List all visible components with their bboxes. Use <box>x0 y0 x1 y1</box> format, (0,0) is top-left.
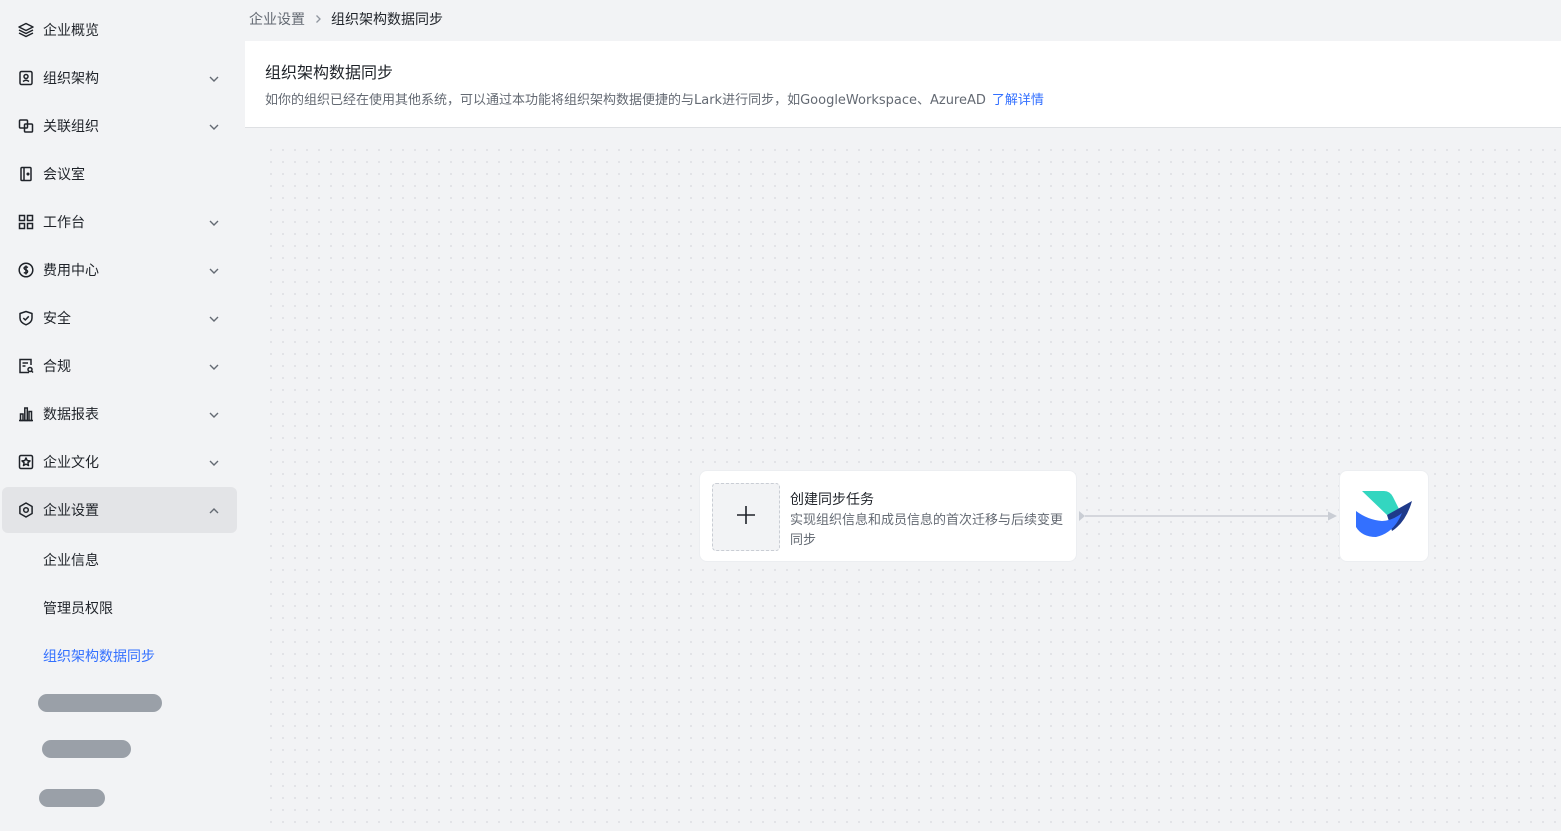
door-icon <box>17 165 35 183</box>
sidebar-subitem-admin-permissions[interactable]: 管理员权限 <box>43 598 113 618</box>
bar-chart-icon <box>17 405 35 423</box>
sidebar-item-linked-orgs[interactable]: 关联组织 <box>2 103 237 149</box>
chevron-down-icon <box>207 359 221 373</box>
task-title: 创建同步任务 <box>790 492 874 508</box>
sidebar-item-data-reports[interactable]: 数据报表 <box>2 391 237 437</box>
redacted-item <box>39 789 105 807</box>
sidebar-item-culture[interactable]: 企业文化 <box>2 439 237 485</box>
sidebar-item-label: 合规 <box>43 359 71 375</box>
sidebar-item-label: 组织架构 <box>43 71 99 87</box>
grid-icon <box>17 213 35 231</box>
sidebar: 企业概览 组织架构 关联组织 会议室 工作台 费用中心 安全 合规 数据报表 企… <box>0 0 245 831</box>
chevron-down-icon <box>207 71 221 85</box>
shield-check-icon <box>17 309 35 327</box>
chevron-down-icon <box>207 311 221 325</box>
page-header: 组织架构数据同步 如你的组织已经在使用其他系统，可以通过本功能将组织架构数据便捷… <box>245 41 1561 128</box>
chevron-down-icon <box>207 263 221 277</box>
sync-flow-canvas: 创建同步任务 实现组织信息和成员信息的首次迁移与后续变更同步 <box>265 144 1561 831</box>
sidebar-item-compliance[interactable]: 合规 <box>2 343 237 389</box>
chevron-up-icon <box>207 503 221 517</box>
chevron-right-icon <box>313 14 323 24</box>
breadcrumb-parent[interactable]: 企业设置 <box>249 9 305 29</box>
redacted-item <box>38 694 162 712</box>
sidebar-item-overview[interactable]: 企业概览 <box>2 7 237 53</box>
sidebar-item-label: 费用中心 <box>43 263 99 279</box>
chevron-down-icon <box>207 407 221 421</box>
culture-star-icon <box>17 453 35 471</box>
sidebar-item-label: 会议室 <box>43 167 85 183</box>
compliance-doc-icon <box>17 357 35 375</box>
description-text: 如你的组织已经在使用其他系统，可以通过本功能将组织架构数据便捷的与Lark进行同… <box>265 93 986 108</box>
page-description: 如你的组织已经在使用其他系统，可以通过本功能将组织架构数据便捷的与Lark进行同… <box>265 89 1044 108</box>
sidebar-subitem-org-sync[interactable]: 组织架构数据同步 <box>43 646 155 666</box>
sidebar-item-workplace[interactable]: 工作台 <box>2 199 237 245</box>
breadcrumb-current: 组织架构数据同步 <box>331 12 443 28</box>
sidebar-item-label: 企业文化 <box>43 455 99 471</box>
task-description: 实现组织信息和成员信息的首次迁移与后续变更同步 <box>790 513 1064 548</box>
sidebar-item-label: 数据报表 <box>43 407 99 423</box>
lark-logo-icon <box>1354 489 1414 543</box>
sidebar-item-meeting-rooms[interactable]: 会议室 <box>2 151 237 197</box>
plus-icon <box>735 504 757 530</box>
org-card-icon <box>17 69 35 87</box>
add-task-button[interactable] <box>712 483 780 551</box>
sidebar-item-org-structure[interactable]: 组织架构 <box>2 55 237 101</box>
redacted-item <box>42 740 131 758</box>
breadcrumb: 企业设置 组织架构数据同步 <box>249 9 443 29</box>
sidebar-item-label: 安全 <box>43 311 71 327</box>
learn-more-link[interactable]: 了解详情 <box>992 93 1044 108</box>
sidebar-item-label: 工作台 <box>43 215 85 231</box>
sidebar-item-label: 企业设置 <box>43 503 99 519</box>
settings-hex-icon <box>17 501 35 519</box>
chevron-down-icon <box>207 455 221 469</box>
dollar-icon <box>17 261 35 279</box>
sidebar-item-billing[interactable]: 费用中心 <box>2 247 237 293</box>
page-title: 组织架构数据同步 <box>265 63 394 82</box>
flow-connector-arrow <box>1079 511 1337 521</box>
linked-squares-icon <box>17 117 35 135</box>
layers-icon <box>17 21 35 39</box>
sidebar-item-label: 关联组织 <box>43 119 99 135</box>
chevron-down-icon <box>207 215 221 229</box>
target-system-card <box>1339 470 1429 562</box>
sidebar-item-enterprise-settings[interactable]: 企业设置 <box>2 487 237 533</box>
sidebar-subitem-company-info[interactable]: 企业信息 <box>43 550 99 570</box>
sidebar-item-security[interactable]: 安全 <box>2 295 237 341</box>
sidebar-item-label: 企业概览 <box>43 23 99 39</box>
chevron-down-icon <box>207 119 221 133</box>
create-sync-task-card[interactable]: 创建同步任务 实现组织信息和成员信息的首次迁移与后续变更同步 <box>699 470 1077 562</box>
